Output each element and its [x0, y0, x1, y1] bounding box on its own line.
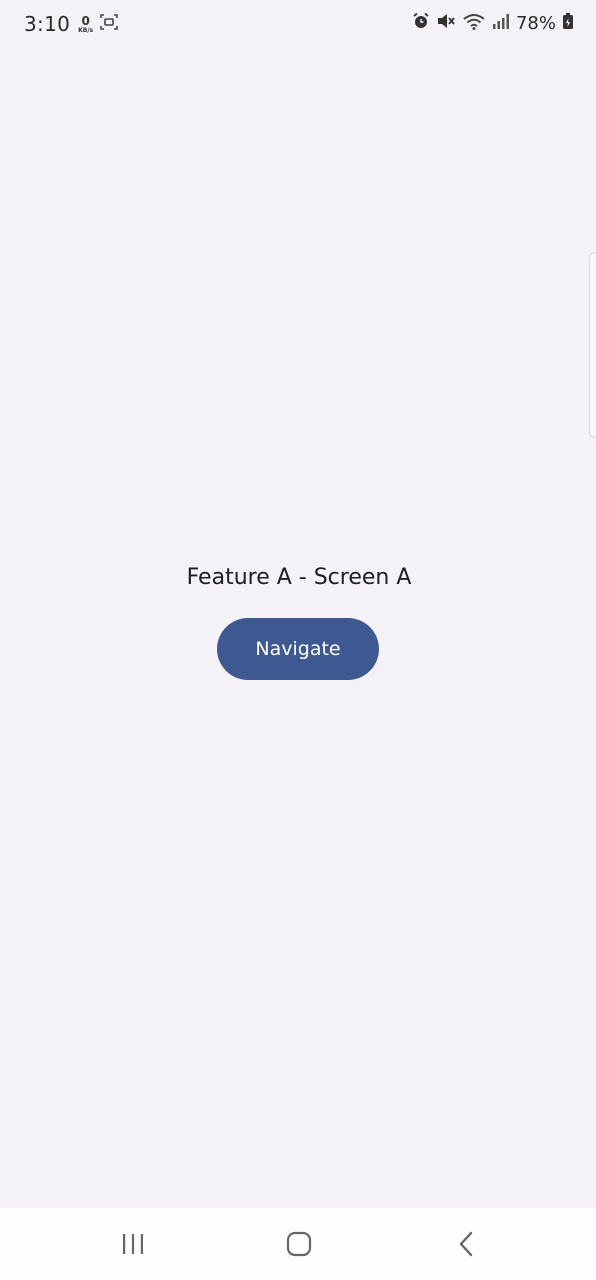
- status-right: 78%: [412, 12, 574, 34]
- system-navigation-bar: [0, 1208, 596, 1280]
- network-speed-unit: KB/s: [78, 26, 94, 34]
- recent-apps-icon[interactable]: [113, 1226, 153, 1262]
- battery-icon: [562, 12, 574, 34]
- screen-title: Feature A - Screen A: [186, 565, 412, 590]
- signal-icon: [492, 12, 510, 34]
- alarm-icon: [412, 12, 430, 34]
- battery-percent: 78%: [515, 12, 556, 34]
- screenshot-icon: [99, 13, 119, 35]
- back-icon[interactable]: [447, 1226, 487, 1262]
- navigate-button[interactable]: Navigate: [217, 618, 379, 680]
- status-left: 3:10 0 KB/s: [24, 12, 119, 36]
- status-bar: 3:10 0 KB/s 78%: [0, 0, 596, 52]
- network-speed-value: 0: [81, 13, 90, 28]
- main-content: Feature A - Screen A Navigate: [0, 560, 596, 680]
- home-icon[interactable]: [279, 1226, 319, 1262]
- mute-icon: [436, 12, 456, 34]
- status-time: 3:10: [24, 12, 71, 36]
- edge-panel-handle[interactable]: [589, 252, 596, 438]
- network-speed: 0 KB/s: [78, 15, 93, 34]
- wifi-icon: [462, 12, 486, 34]
